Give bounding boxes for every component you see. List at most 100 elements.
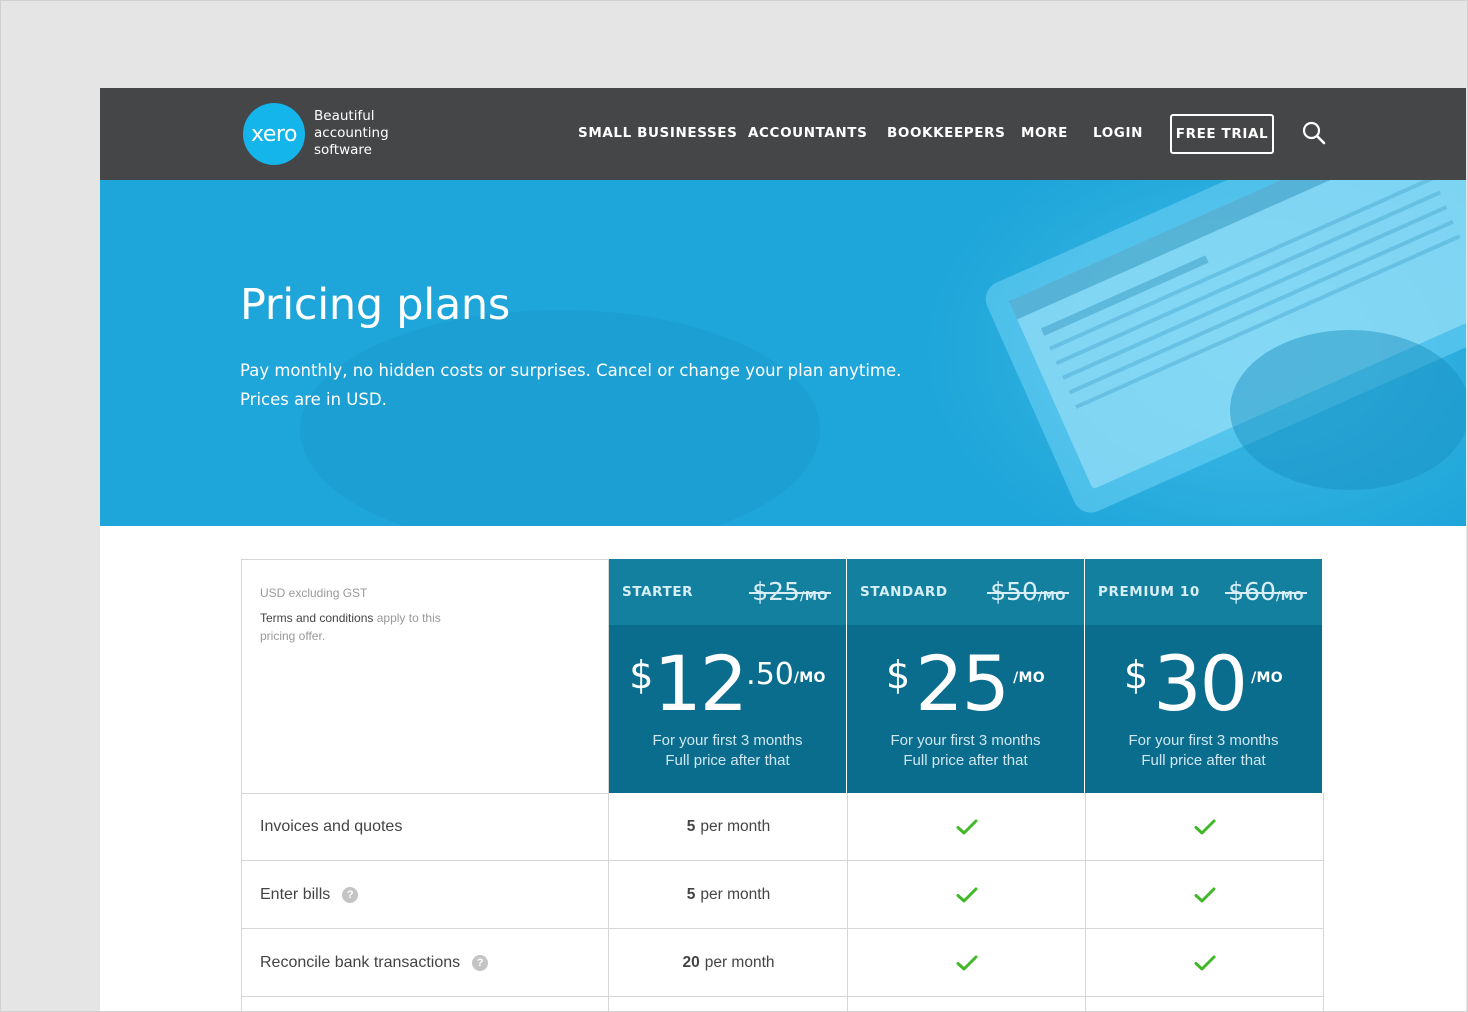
checkmark-icon <box>956 955 977 970</box>
strikethrough-line <box>1225 592 1307 594</box>
feature-label-text: Reconcile bank transactions <box>260 953 461 971</box>
checkmark-icon <box>1194 887 1215 902</box>
plan-header: STARTER $25/MO <box>609 559 846 625</box>
brand-tagline: Beautiful accounting software <box>314 108 389 159</box>
feature-row-partial <box>241 997 1324 1012</box>
plan-name: STANDARD <box>860 584 948 600</box>
plan-starter[interactable]: STARTER $25/MO $12.50/MO For your first … <box>609 559 846 793</box>
original-price: $25/MO <box>749 577 831 606</box>
price-amount: 25 <box>915 639 1010 728</box>
plan-price: $12.50/MO <box>609 639 846 728</box>
plan-name: PREMIUM 10 <box>1098 584 1200 600</box>
checkmark-icon <box>956 887 977 902</box>
help-icon[interactable]: ? <box>342 886 359 903</box>
plan-header: STANDARD $50/MO <box>847 559 1084 625</box>
nav-small-businesses[interactable]: SMALL BUSINESSES <box>578 125 737 141</box>
tablet-photo-background <box>300 180 1466 526</box>
top-nav: xero Beautiful accounting software SMALL… <box>100 88 1466 180</box>
pricing-table: USD excluding GST Terms and conditions a… <box>241 559 1324 1012</box>
feature-row: Reconcile bank transactions? 20 per month <box>241 929 1324 997</box>
search-icon[interactable] <box>1300 119 1328 147</box>
hero-subtitle-line: Pay monthly, no hidden costs or surprise… <box>240 361 902 380</box>
currency-symbol: $ <box>886 653 911 697</box>
plan-header: PREMIUM 10 $60/MO <box>1085 559 1322 625</box>
standard-included <box>848 929 1085 996</box>
column-divider <box>608 929 609 996</box>
feature-label: Reconcile bank transactions? <box>260 929 489 996</box>
premium-included <box>1086 861 1323 928</box>
plan-note-line: For your first 3 months <box>890 732 1041 749</box>
plan-note-line: Full price after that <box>665 752 790 769</box>
price-cents: .50 <box>746 657 794 692</box>
starter-limit: 20 per month <box>610 929 847 996</box>
column-divider <box>608 997 609 1012</box>
standard-included <box>848 861 1085 928</box>
price-amount: 30 <box>1153 639 1248 728</box>
nav-more[interactable]: MORE <box>1021 125 1068 141</box>
feature-row: Enter bills? 5 per month <box>241 861 1324 929</box>
page: xero Beautiful accounting software SMALL… <box>100 88 1466 1012</box>
feature-row: Invoices and quotes 5 per month <box>241 793 1324 861</box>
column-divider <box>608 861 609 928</box>
plan-standard[interactable]: STANDARD $50/MO $ 25 /MO For your first … <box>847 559 1084 793</box>
plan-premium-10[interactable]: PREMIUM 10 $60/MO $ 30 /MO For your firs… <box>1085 559 1322 793</box>
feature-label-text: Enter bills <box>260 885 331 903</box>
nav-login[interactable]: LOGIN <box>1093 125 1143 141</box>
column-divider <box>847 997 848 1012</box>
free-trial-button[interactable]: FREE TRIAL <box>1170 114 1274 154</box>
plan-note-line: For your first 3 months <box>652 732 803 749</box>
hero-banner: Pricing plans Pay monthly, no hidden cos… <box>100 180 1466 526</box>
plan-name: STARTER <box>622 584 694 600</box>
limit-count: 20 <box>682 953 700 971</box>
original-price: $50/MO <box>987 577 1069 606</box>
checkmark-icon <box>1194 955 1215 970</box>
price-unit: /MO <box>1013 670 1045 686</box>
premium-included <box>1086 929 1323 996</box>
feature-label: Enter bills? <box>260 861 359 928</box>
column-divider <box>608 793 609 860</box>
starter-limit: 5 per month <box>610 861 847 928</box>
currency-symbol: $ <box>629 653 654 697</box>
terms-link[interactable]: Terms and conditions <box>260 611 373 625</box>
xero-logo[interactable]: xero <box>243 103 305 165</box>
plan-note-line: Full price after that <box>1141 752 1266 769</box>
page-title: Pricing plans <box>240 280 510 330</box>
nav-accountants[interactable]: ACCOUNTANTS <box>748 125 867 141</box>
terms-note: Terms and conditions apply to this prici… <box>260 609 460 645</box>
tagline-line: accounting <box>314 125 389 141</box>
currency-note: USD excluding GST <box>260 586 368 600</box>
limit-count: 5 <box>686 885 696 903</box>
price-unit: /MO <box>1251 670 1283 686</box>
limit-unit: per month <box>704 953 775 971</box>
column-divider <box>1085 997 1086 1012</box>
limit-unit: per month <box>700 885 771 903</box>
hero-subtitle: Pay monthly, no hidden costs or surprise… <box>240 356 901 414</box>
feature-label: Invoices and quotes <box>260 793 402 860</box>
price-unit: /MO <box>793 670 826 686</box>
plan-price: $ 25 /MO <box>847 639 1084 728</box>
plan-note-line: Full price after that <box>903 752 1028 769</box>
starter-limit: 5 per month <box>610 793 847 860</box>
logo-text: xero <box>251 121 297 147</box>
pricing-info-cell: USD excluding GST Terms and conditions a… <box>241 559 609 794</box>
checkmark-icon <box>1194 819 1215 834</box>
plan-note: For your first 3 months Full price after… <box>847 731 1084 771</box>
plan-note: For your first 3 months Full price after… <box>1085 731 1322 771</box>
checkmark-icon <box>956 819 977 834</box>
original-price: $60/MO <box>1225 577 1307 606</box>
plan-note-line: For your first 3 months <box>1128 732 1279 749</box>
premium-included <box>1086 793 1323 860</box>
currency-symbol: $ <box>1124 653 1149 697</box>
standard-included <box>848 793 1085 860</box>
plan-note: For your first 3 months Full price after… <box>609 731 846 771</box>
nav-bookkeepers[interactable]: BOOKKEEPERS <box>887 125 1005 141</box>
hero-subtitle-line: Prices are in USD. <box>240 390 387 409</box>
plan-price: $ 30 /MO <box>1085 639 1322 728</box>
limit-count: 5 <box>686 817 696 835</box>
tagline-line: Beautiful <box>314 108 375 124</box>
strikethrough-line <box>749 592 831 594</box>
help-icon[interactable]: ? <box>472 954 489 971</box>
strikethrough-line <box>987 592 1069 594</box>
price-amount: 12 <box>653 639 748 728</box>
limit-unit: per month <box>700 817 771 835</box>
